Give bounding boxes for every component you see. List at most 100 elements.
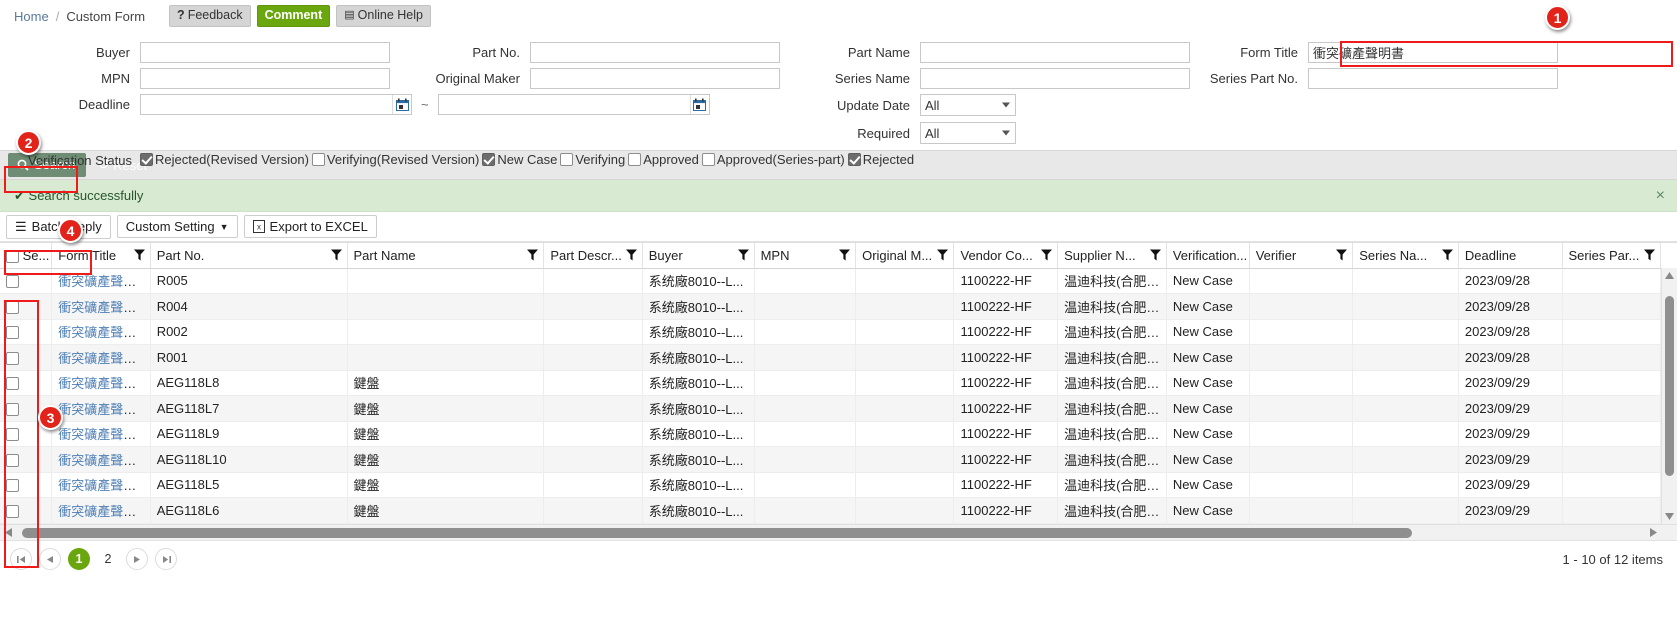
filter-icon[interactable] <box>737 249 749 261</box>
checkbox[interactable] <box>560 153 574 166</box>
form-title-input[interactable] <box>1308 42 1558 63</box>
cell-form-title[interactable]: 衝突礦產聲明書 <box>51 395 151 422</box>
verification-status-option[interactable]: Approved(Series-part) <box>701 152 845 167</box>
filter-icon[interactable] <box>1441 249 1453 261</box>
column-header[interactable]: Series Par... <box>1562 243 1661 269</box>
checkbox[interactable] <box>701 153 715 166</box>
first-page-button[interactable] <box>10 548 32 570</box>
table-row[interactable]: 衝突礦產聲明書 R005 系统廠8010--L... 1100222-HF 温迪科技(合… <box>0 268 1661 294</box>
filter-icon[interactable] <box>839 249 851 261</box>
last-page-button[interactable] <box>155 548 177 570</box>
filter-icon[interactable] <box>133 249 145 261</box>
filter-icon[interactable] <box>625 249 637 261</box>
row-select-cell[interactable] <box>0 293 53 320</box>
breadcrumb-home[interactable]: Home <box>14 9 49 24</box>
row-select-cell[interactable] <box>0 370 53 396</box>
deadline-to-input[interactable] <box>437 94 710 115</box>
export-excel-button[interactable]: x Export to EXCEL <box>243 215 377 238</box>
horizontal-scroll-thumb[interactable] <box>22 527 1412 538</box>
column-header[interactable]: Original M... <box>855 243 955 269</box>
next-page-button[interactable] <box>126 548 148 570</box>
form-title-link[interactable]: 衝突礦產聲明書 <box>58 478 149 493</box>
form-title-link[interactable]: 衝突礦產聲明書 <box>58 325 149 340</box>
filter-icon[interactable] <box>1644 249 1655 261</box>
row-select-cell[interactable] <box>0 319 53 345</box>
row-select-cell[interactable] <box>0 472 53 498</box>
calendar-icon[interactable] <box>689 95 709 114</box>
vertical-scroll-thumb[interactable] <box>1665 296 1674 476</box>
row-select-cell[interactable] <box>0 344 53 371</box>
column-header[interactable]: Buyer <box>642 243 755 269</box>
update-date-select[interactable]: All <box>920 94 1016 116</box>
filter-icon[interactable] <box>1041 249 1053 261</box>
row-checkbox[interactable] <box>6 504 19 518</box>
checkbox[interactable] <box>482 153 496 166</box>
verification-status-option[interactable]: Approved <box>628 152 699 167</box>
deadline-from-input[interactable] <box>140 94 412 115</box>
form-title-link[interactable]: 衝突礦產聲明書 <box>58 427 149 442</box>
row-checkbox[interactable] <box>6 351 19 365</box>
table-row[interactable]: 衝突礦產聲明書 R004 系统廠8010--L... 1100222-HF 温迪科技(合… <box>0 293 1661 320</box>
feedback-button[interactable]: ? Feedback <box>169 5 251 27</box>
table-row[interactable]: 衝突礦產聲明書 AEG118L9 鍵盤 系统廠8010--L... 1100222-HF… <box>0 421 1661 447</box>
horizontal-scrollbar[interactable] <box>0 523 1677 540</box>
cell-form-title[interactable]: 衝突礦產聲明書 <box>51 268 151 294</box>
column-header[interactable]: Part No. <box>150 243 348 269</box>
row-checkbox[interactable] <box>6 453 19 467</box>
buyer-input[interactable] <box>140 42 390 63</box>
checkbox[interactable] <box>628 153 642 166</box>
checkbox[interactable] <box>311 153 325 166</box>
verification-status-option[interactable]: New Case <box>482 152 557 167</box>
cell-form-title[interactable]: 衝突礦產聲明書 <box>51 370 151 396</box>
select-all-checkbox[interactable] <box>6 249 19 263</box>
cell-form-title[interactable]: 衝突礦產聲明書 <box>51 344 151 371</box>
row-checkbox[interactable] <box>6 326 19 340</box>
verification-status-option[interactable]: Verifying(Revised Version) <box>311 152 479 167</box>
verification-status-option[interactable]: Rejected <box>847 152 914 167</box>
close-icon[interactable]: × <box>1656 187 1665 204</box>
row-checkbox[interactable] <box>6 402 19 416</box>
online-help-button[interactable]: ▤ Online Help <box>336 5 431 27</box>
filter-icon[interactable] <box>330 249 342 261</box>
form-title-link[interactable]: 衝突礦產聲明書 <box>58 274 149 289</box>
checkbox[interactable] <box>140 153 153 166</box>
column-header[interactable]: Part Descr... <box>543 243 643 269</box>
row-checkbox[interactable] <box>6 377 19 391</box>
column-header[interactable]: MPN <box>754 243 857 269</box>
column-header[interactable]: Series Na... <box>1352 243 1459 269</box>
series-name-input[interactable] <box>920 68 1190 89</box>
filter-icon[interactable] <box>527 249 539 261</box>
table-row[interactable]: 衝突礦產聲明書 AEG118L8 鍵盤 系统廠8010--L... 1100222-HF… <box>0 370 1661 396</box>
column-header[interactable]: Verifier <box>1249 243 1354 269</box>
scroll-right-arrow[interactable] <box>1645 527 1661 537</box>
column-header[interactable]: Supplier N... <box>1057 243 1167 269</box>
table-row[interactable]: 衝突礦產聲明書 AEG118L10 鍵盤 系统廠8010--L... 1100222-H… <box>0 446 1661 473</box>
form-title-link[interactable]: 衝突礦產聲明書 <box>58 351 149 366</box>
row-checkbox[interactable] <box>6 428 19 442</box>
form-title-link[interactable]: 衝突礦產聲明書 <box>58 453 149 468</box>
part-no-input[interactable] <box>530 42 780 63</box>
row-checkbox[interactable] <box>6 275 19 289</box>
calendar-icon[interactable] <box>392 95 411 114</box>
verification-status-option[interactable]: Rejected(Revised Version) <box>140 152 309 167</box>
scroll-down-arrow[interactable] <box>1662 510 1677 524</box>
table-row[interactable]: 衝突礦產聲明書 R001 系统廠8010--L... 1100222-HF 温迪科技(合… <box>0 344 1661 371</box>
mpn-input[interactable] <box>140 68 390 89</box>
filter-icon[interactable] <box>937 249 949 261</box>
table-row[interactable]: 衝突礦產聲明書 AEG118L5 鍵盤 系统廠8010--L... 1100222-HF… <box>0 472 1661 498</box>
page-number[interactable]: 1 <box>68 548 90 570</box>
comment-button[interactable]: Comment <box>256 5 331 27</box>
scroll-up-arrow[interactable] <box>1662 268 1677 282</box>
column-header[interactable]: Se... <box>0 243 53 269</box>
form-title-link[interactable]: 衝突礦產聲明書 <box>58 504 149 519</box>
row-select-cell[interactable] <box>0 497 53 524</box>
row-checkbox[interactable] <box>6 300 19 314</box>
checkbox[interactable] <box>847 153 861 166</box>
prev-page-button[interactable] <box>39 548 61 570</box>
table-row[interactable]: 衝突礦產聲明書 AEG118L7 鍵盤 系统廠8010--L... 1100222-HF… <box>0 395 1661 422</box>
column-header[interactable]: Verification... <box>1166 243 1250 269</box>
form-title-link[interactable]: 衝突礦產聲明書 <box>58 300 149 315</box>
page-number[interactable]: 2 <box>97 548 119 570</box>
filter-icon[interactable] <box>1149 249 1161 261</box>
filter-icon[interactable] <box>1336 249 1348 261</box>
